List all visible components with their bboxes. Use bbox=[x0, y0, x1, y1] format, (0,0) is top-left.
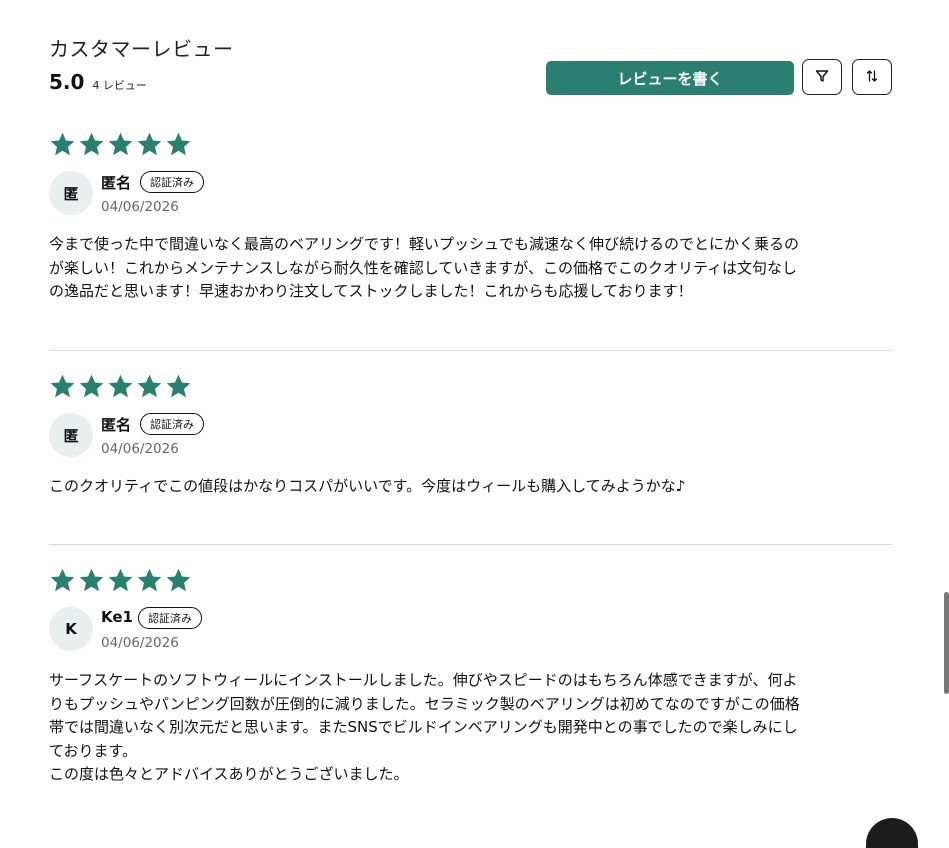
avatar: K bbox=[49, 607, 93, 651]
star-icon bbox=[50, 132, 75, 156]
avatar: 匿 bbox=[49, 413, 93, 457]
filter-button[interactable] bbox=[802, 59, 842, 95]
star-icon bbox=[79, 568, 104, 592]
sort-icon bbox=[865, 68, 879, 87]
star-rating bbox=[49, 131, 892, 159]
rating-summary: 5.0 4 レビュー bbox=[49, 70, 147, 94]
star-icon bbox=[50, 374, 75, 398]
star-icon bbox=[166, 568, 191, 592]
reviewer-name: 匿名 bbox=[101, 174, 132, 192]
review-text: 今まで使った中で間違いなく最高のベアリングです！軽いプッシュでも減速なく伸び続け… bbox=[49, 235, 800, 300]
star-icon bbox=[108, 568, 133, 592]
verified-badge: 認証済み bbox=[138, 607, 202, 629]
sort-button[interactable] bbox=[852, 59, 892, 95]
divider bbox=[49, 350, 892, 351]
reviews-title: カスタマーレビュー bbox=[49, 37, 234, 61]
review-author: K Ke1 認証済み 04/06/2026 bbox=[49, 607, 892, 655]
review-date: 04/06/2026 bbox=[101, 199, 179, 215]
review-date: 04/06/2026 bbox=[101, 635, 179, 651]
star-icon bbox=[108, 132, 133, 156]
star-icon bbox=[137, 568, 162, 592]
review-card: 匿 匿名 認証済み 04/06/2026 このクオリティでこの値段はかなりコスパ… bbox=[49, 373, 892, 499]
star-icon bbox=[50, 568, 75, 592]
review-date: 04/06/2026 bbox=[101, 441, 179, 457]
review-card: K Ke1 認証済み 04/06/2026 サーフスケートのソフトウィールにイン… bbox=[49, 567, 892, 787]
star-icon bbox=[79, 132, 104, 156]
star-icon bbox=[137, 374, 162, 398]
chat-button[interactable] bbox=[866, 818, 918, 848]
review-text: サーフスケートのソフトウィールにインストールしました。伸びやスピードのはもちろん… bbox=[49, 671, 800, 783]
write-review-button[interactable]: レビューを書く bbox=[546, 61, 794, 95]
star-icon bbox=[79, 374, 104, 398]
verified-badge: 認証済み bbox=[140, 413, 204, 435]
reviewer-name: 匿名 bbox=[101, 416, 132, 434]
filter-icon bbox=[815, 68, 829, 87]
review-card: 匿 匿名 認証済み 04/06/2026 今まで使った中で間違いなく最高のベアリ… bbox=[49, 131, 892, 304]
average-rating: 5.0 bbox=[49, 70, 85, 94]
star-icon bbox=[108, 374, 133, 398]
avatar: 匿 bbox=[49, 171, 93, 215]
review-author: 匿 匿名 認証済み 04/06/2026 bbox=[49, 171, 892, 219]
divider bbox=[49, 544, 892, 545]
page-scrollbar[interactable] bbox=[944, 592, 949, 694]
star-rating bbox=[49, 373, 892, 401]
verified-badge: 認証済み bbox=[140, 171, 204, 193]
review-author: 匿 匿名 認証済み 04/06/2026 bbox=[49, 413, 892, 461]
star-icon bbox=[166, 132, 191, 156]
star-rating bbox=[49, 567, 892, 595]
review-count: 4 レビュー bbox=[92, 79, 147, 92]
review-text: このクオリティでこの値段はかなりコスパがいいです。今度はウィールも購入してみよう… bbox=[49, 477, 686, 495]
star-icon bbox=[166, 374, 191, 398]
reviewer-name: Ke1 bbox=[101, 608, 133, 626]
star-icon bbox=[137, 132, 162, 156]
